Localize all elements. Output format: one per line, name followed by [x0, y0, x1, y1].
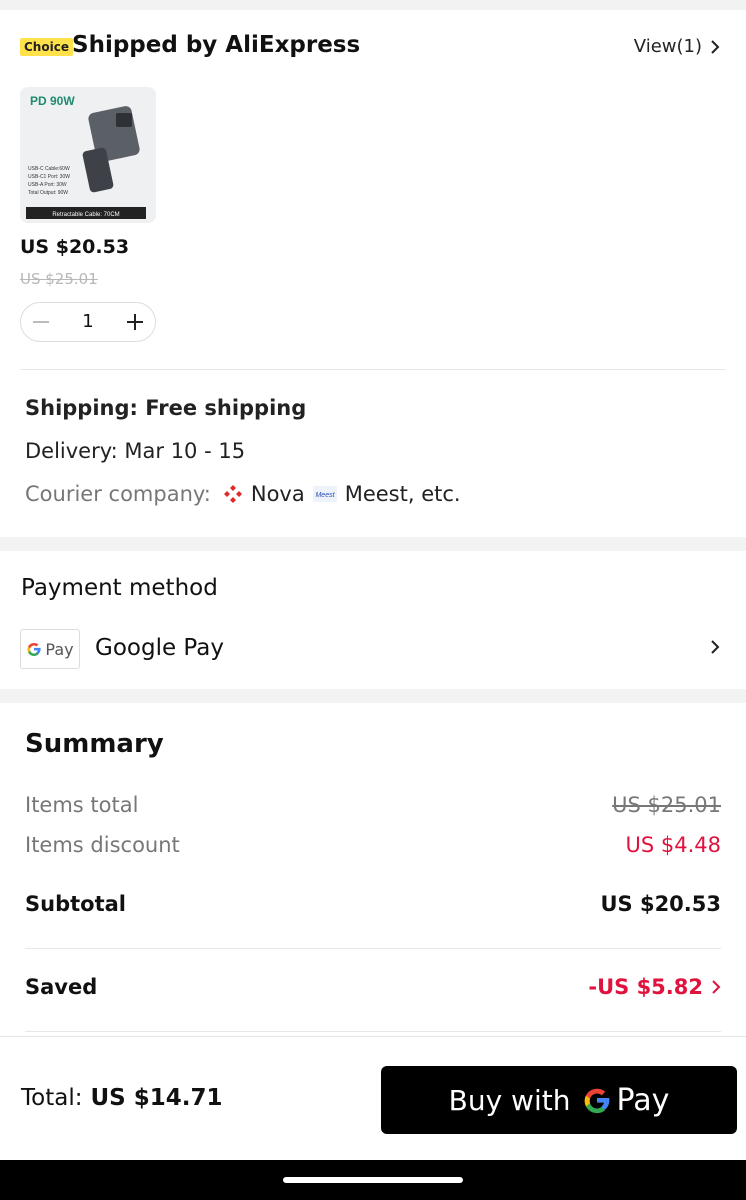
plus-icon — [127, 314, 143, 330]
google-g-icon — [27, 643, 41, 656]
image-spec-2: USB-C1 Port: 30W — [28, 174, 70, 180]
total-value: US $14.71 — [90, 1085, 223, 1111]
items-total-value: US $25.01 — [612, 793, 721, 817]
view-items-label: View(1) — [633, 36, 702, 57]
courier-label: Courier company: — [25, 482, 211, 506]
charger-image: PD 90W USB-C Cable:60W USB-C1 Port: 30W … — [20, 87, 156, 223]
chevron-right-icon — [711, 640, 720, 654]
payment-method-name: Google Pay — [95, 635, 224, 661]
meest-logo-icon: Meest — [312, 486, 337, 502]
divider — [25, 948, 721, 949]
product-original-price: US $25.01 — [20, 270, 98, 288]
quantity-value[interactable]: 1 — [61, 303, 115, 341]
saved-value: -US $5.82 — [588, 975, 703, 999]
product-image[interactable]: PD 90W USB-C Cable:60W USB-C1 Port: 30W … — [20, 87, 156, 223]
google-g-icon — [585, 1088, 610, 1114]
product-price: US $20.53 — [20, 236, 130, 258]
subtotal-label: Subtotal — [25, 892, 126, 916]
items-discount-label: Items discount — [25, 833, 180, 857]
nova-logo-icon — [223, 485, 242, 503]
saved-label: Saved — [25, 975, 98, 999]
summary-card: Summary Items total US $25.01 Items disc… — [0, 703, 746, 1043]
google-pay-logo-text: Pay — [45, 639, 74, 659]
saved-row[interactable]: Saved -US $5.82 — [25, 975, 721, 999]
image-spec-4: Total Output: 90W — [28, 190, 68, 196]
summary-title: Summary — [25, 729, 164, 759]
items-total-label: Items total — [25, 793, 139, 817]
saved-value-group: -US $5.82 — [588, 975, 721, 999]
buy-pay-label: Pay — [616, 1082, 670, 1118]
subtotal-row: Subtotal US $20.53 — [25, 892, 721, 916]
items-total-row: Items total US $25.01 — [25, 793, 721, 817]
buy-with-google-pay-button[interactable]: Buy with Pay — [381, 1066, 737, 1134]
chevron-right-icon — [711, 39, 720, 54]
choice-badge: Choice — [20, 38, 73, 56]
checkout-bar: Total: US $14.71 Buy with Pay — [0, 1036, 746, 1160]
items-discount-value: US $4.48 — [625, 833, 722, 857]
subtotal-value: US $20.53 — [600, 892, 721, 916]
minus-icon — [33, 321, 49, 323]
increase-quantity-button[interactable] — [115, 303, 155, 341]
meest-logo-text: Meest — [315, 492, 335, 499]
items-discount-row: Items discount US $4.48 — [25, 833, 721, 857]
system-nav-bar — [0, 1160, 746, 1200]
courier-meest: Meest, etc. — [344, 482, 461, 506]
shipping-info: Shipping: Free shipping — [25, 396, 307, 420]
image-spec-1: USB-C Cable:60W — [28, 166, 70, 172]
chevron-right-icon — [712, 980, 721, 994]
courier-nova: Nova — [250, 482, 305, 506]
image-label-top: PD 90W — [30, 94, 75, 108]
store-title: Shipped by AliExpress — [72, 32, 361, 58]
payment-method-title: Payment method — [21, 575, 218, 601]
image-spec-3: USB-A Port: 30W — [28, 182, 67, 188]
decrease-quantity-button[interactable] — [21, 303, 61, 341]
divider — [25, 1031, 721, 1032]
divider — [20, 369, 726, 370]
delivery-info: Delivery: Mar 10 - 15 — [25, 439, 246, 463]
google-pay-logo: Pay — [20, 629, 80, 669]
total-label: Total: — [21, 1085, 83, 1111]
home-gesture-handle[interactable] — [283, 1177, 463, 1183]
courier-info: Courier company: Nova Meest Meest, etc. — [25, 482, 461, 506]
image-label-bottom: Retractable Cable: 70CM — [52, 212, 119, 218]
total-group: Total: US $14.71 — [21, 1085, 222, 1111]
gpay-mark: Pay — [582, 1083, 669, 1118]
buy-label: Buy with — [448, 1083, 571, 1117]
shipped-card: Choice Shipped by AliExpress View(1) PD … — [0, 10, 746, 537]
view-items-link[interactable]: View(1) — [634, 36, 720, 57]
quantity-stepper: 1 — [20, 302, 156, 342]
payment-method-card[interactable]: Payment method Pay Google Pay — [0, 551, 746, 689]
